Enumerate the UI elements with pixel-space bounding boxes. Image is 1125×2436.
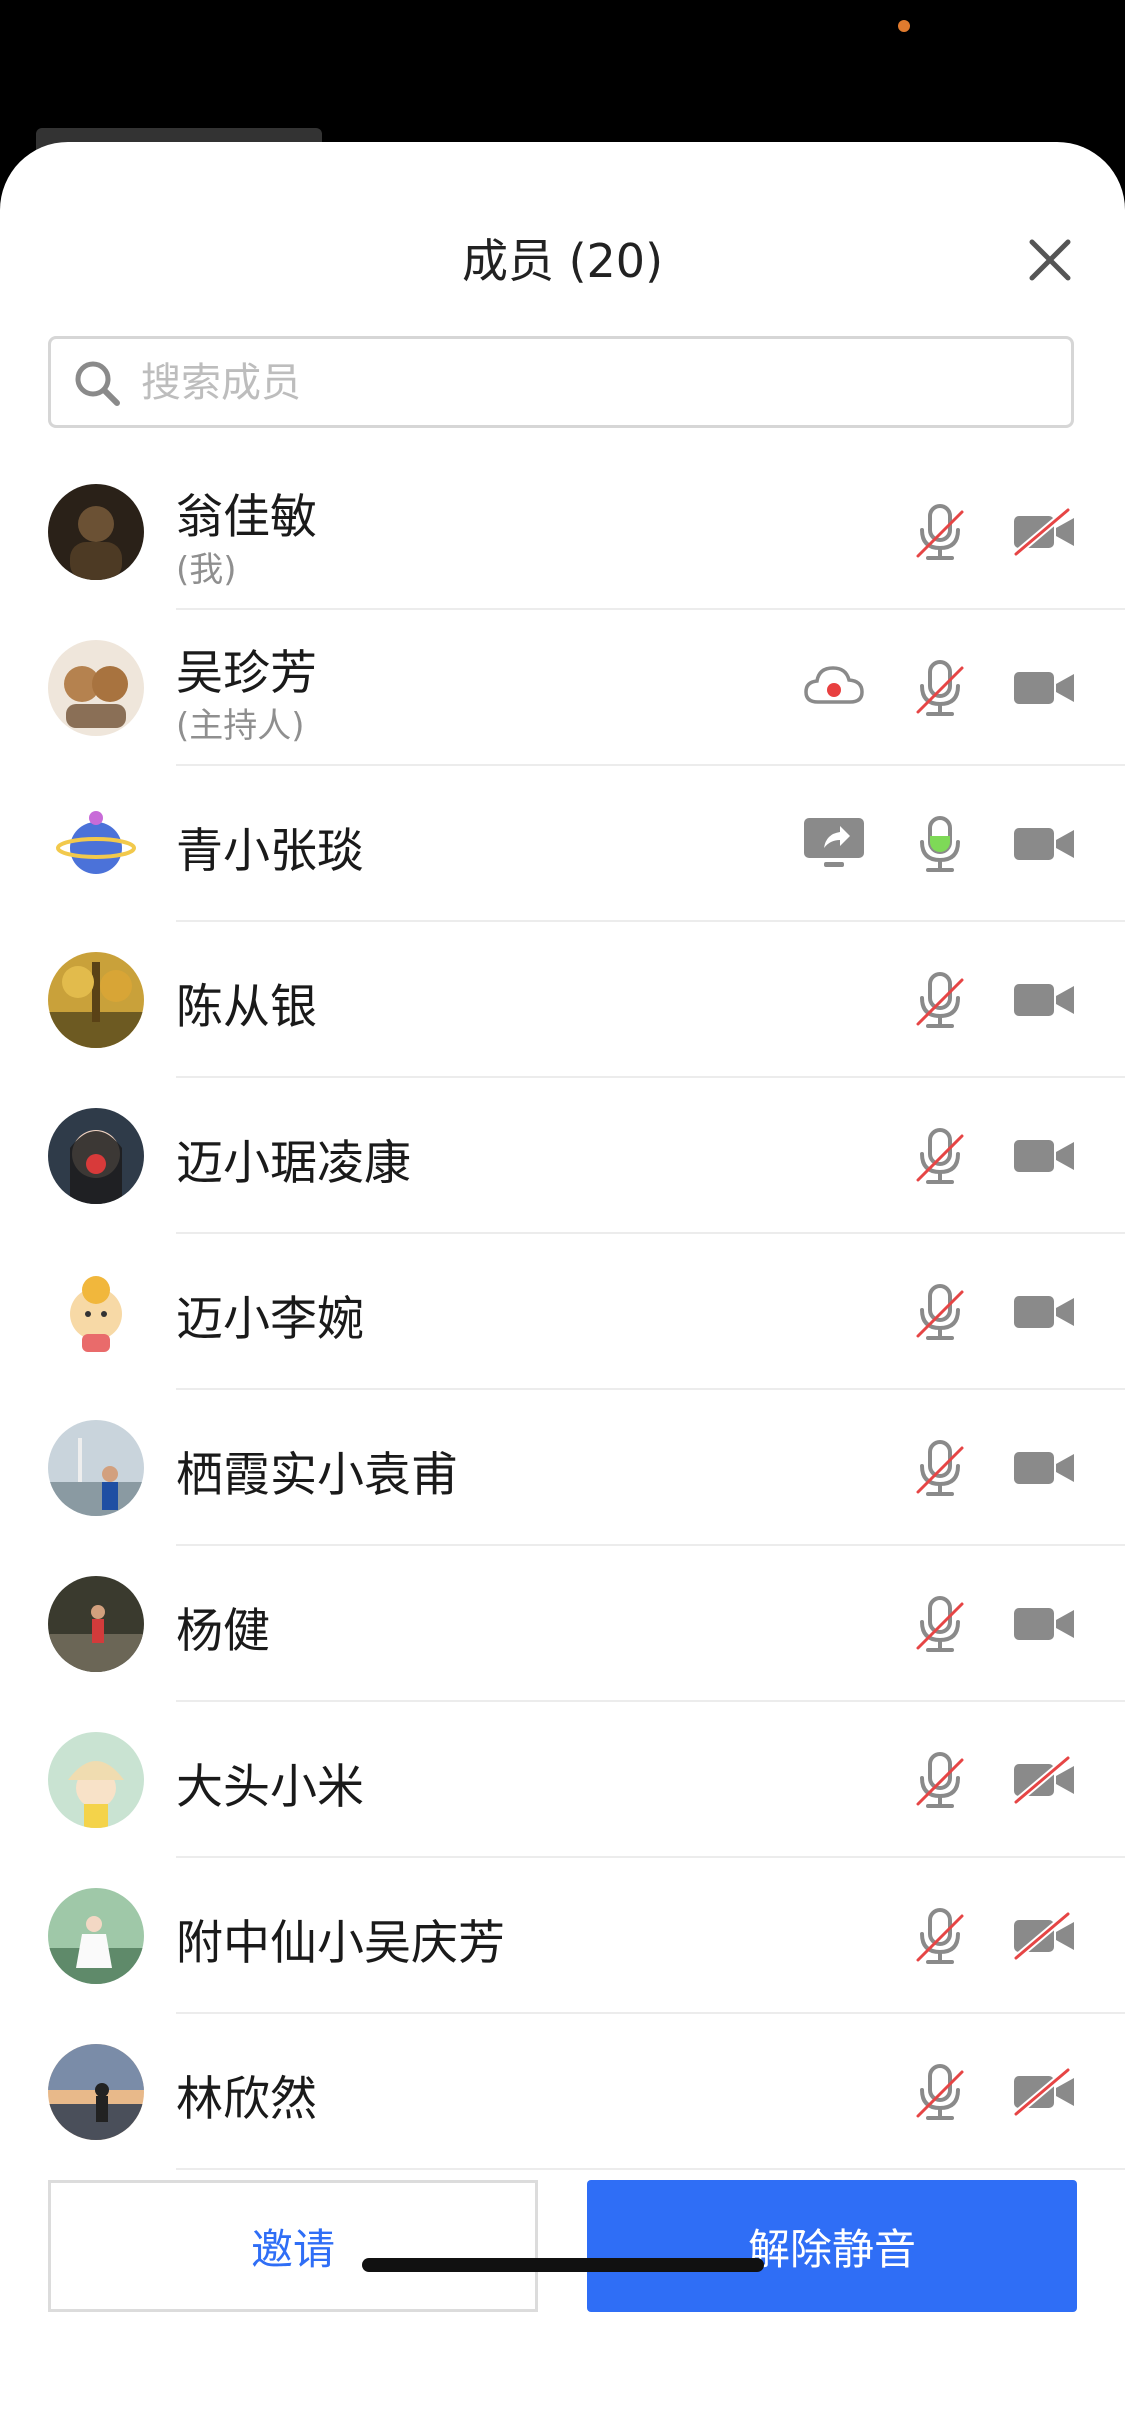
member-row[interactable]: 陈从银 (0, 922, 1125, 1078)
member-role: (主持人) (176, 706, 305, 746)
member-name: 林欣然 (176, 2072, 317, 2127)
members-sheet: 成员 (20) 翁佳敏 (我) 吴珍芳 (主持人) 青小张琰陈从银迈小琚凌康迈小李婉栖霞… (0, 142, 1125, 2436)
camera-toggle[interactable] (1012, 1592, 1076, 1656)
avatar (48, 952, 144, 1048)
page-title: 成员 (20) (461, 234, 664, 288)
mic-muted-icon (916, 972, 964, 1028)
camera-icon (1014, 1296, 1074, 1328)
camera-toggle[interactable] (1012, 500, 1076, 564)
member-name: 杨健 (176, 1604, 270, 1659)
mic-toggle[interactable] (908, 1436, 972, 1500)
avatar (48, 796, 144, 892)
row-divider (176, 2168, 1125, 2170)
camera-icon (1014, 984, 1074, 1016)
member-row[interactable]: 迈小琚凌康 (0, 1078, 1125, 1234)
camera-icon (1014, 828, 1074, 860)
camera-toggle[interactable] (1012, 968, 1076, 1032)
mic-toggle[interactable] (908, 1904, 972, 1968)
mic-muted-icon (916, 1284, 964, 1340)
mic-toggle[interactable] (908, 812, 972, 876)
camera-toggle[interactable] (1012, 2060, 1076, 2124)
avatar (48, 484, 144, 580)
search-input[interactable] (139, 339, 1043, 427)
camera-off-icon (1013, 2067, 1074, 2117)
camera-off-icon (1013, 1755, 1074, 1805)
member-row[interactable]: 附中仙小吴庆芳 (0, 1858, 1125, 2014)
camera-icon (1014, 1608, 1074, 1640)
screen-share-indicator[interactable] (802, 812, 866, 876)
mic-muted-icon (916, 1908, 964, 1964)
member-name: 栖霞实小袁甫 (176, 1448, 458, 1503)
mic-toggle[interactable] (908, 1280, 972, 1344)
camera-icon (1014, 1140, 1074, 1172)
invite-button[interactable]: 邀请 (48, 2180, 538, 2312)
avatar (48, 640, 144, 736)
mic-muted-icon (916, 1596, 964, 1652)
screen-share-icon (804, 818, 864, 867)
member-row[interactable]: 杨健 (0, 1546, 1125, 1702)
camera-toggle[interactable] (1012, 1904, 1076, 1968)
mic-active-icon (920, 816, 960, 872)
avatar (48, 1108, 144, 1204)
search-icon (75, 361, 120, 406)
mic-muted-icon (916, 1752, 964, 1808)
camera-off-icon (1013, 507, 1074, 557)
mic-toggle[interactable] (908, 968, 972, 1032)
member-row[interactable]: 青小张琰 (0, 766, 1125, 922)
mic-toggle[interactable] (908, 656, 972, 720)
avatar (48, 2044, 144, 2140)
cloud-record-icon (804, 666, 864, 704)
member-list: 翁佳敏 (我) 吴珍芳 (主持人) 青小张琰陈从银迈小琚凌康迈小李婉栖霞实小袁甫 杨健大头… (0, 454, 1125, 2170)
avatar (48, 1420, 144, 1516)
member-name: 翁佳敏 (176, 490, 317, 545)
cloud-record-indicator[interactable] (802, 656, 866, 720)
camera-toggle[interactable] (1012, 812, 1076, 876)
home-indicator[interactable] (362, 2258, 764, 2272)
member-row[interactable]: 迈小李婉 (0, 1234, 1125, 1390)
mic-toggle[interactable] (908, 500, 972, 564)
mic-toggle[interactable] (908, 1592, 972, 1656)
status-indicator-dot (898, 20, 910, 32)
camera-icon (1014, 1452, 1074, 1484)
member-name: 迈小琚凌康 (176, 1136, 411, 1191)
member-name: 大头小米 (176, 1760, 364, 1815)
camera-toggle[interactable] (1012, 1436, 1076, 1500)
member-name: 附中仙小吴庆芳 (176, 1916, 505, 1971)
camera-toggle[interactable] (1012, 1124, 1076, 1188)
mic-toggle[interactable] (908, 1748, 972, 1812)
avatar (48, 1576, 144, 1672)
close-button[interactable] (1020, 230, 1080, 290)
mic-muted-icon (916, 1440, 964, 1496)
close-icon (1029, 239, 1071, 281)
member-row[interactable]: 栖霞实小袁甫 (0, 1390, 1125, 1546)
camera-icon (1014, 672, 1074, 704)
mic-toggle[interactable] (908, 2060, 972, 2124)
member-row[interactable]: 大头小米 (0, 1702, 1125, 1858)
avatar (48, 1888, 144, 1984)
mic-muted-icon (916, 1128, 964, 1184)
member-role: (我) (176, 550, 237, 590)
unmute-all-button[interactable]: 解除静音 (587, 2180, 1077, 2312)
avatar (48, 1264, 144, 1360)
search-box[interactable] (48, 336, 1074, 428)
mic-muted-icon (916, 504, 964, 560)
camera-off-icon (1013, 1911, 1074, 1961)
member-name: 青小张琰 (176, 824, 364, 879)
member-row[interactable]: 吴珍芳 (主持人) (0, 610, 1125, 766)
camera-toggle[interactable] (1012, 1748, 1076, 1812)
mic-muted-icon (916, 660, 964, 716)
mic-toggle[interactable] (908, 1124, 972, 1188)
member-row[interactable]: 翁佳敏 (我) (0, 454, 1125, 610)
camera-toggle[interactable] (1012, 656, 1076, 720)
mic-muted-icon (916, 2064, 964, 2120)
member-name: 迈小李婉 (176, 1292, 364, 1347)
member-name: 陈从银 (176, 980, 317, 1035)
camera-toggle[interactable] (1012, 1280, 1076, 1344)
avatar (48, 1732, 144, 1828)
member-name: 吴珍芳 (176, 646, 317, 701)
member-row[interactable]: 林欣然 (0, 2014, 1125, 2170)
